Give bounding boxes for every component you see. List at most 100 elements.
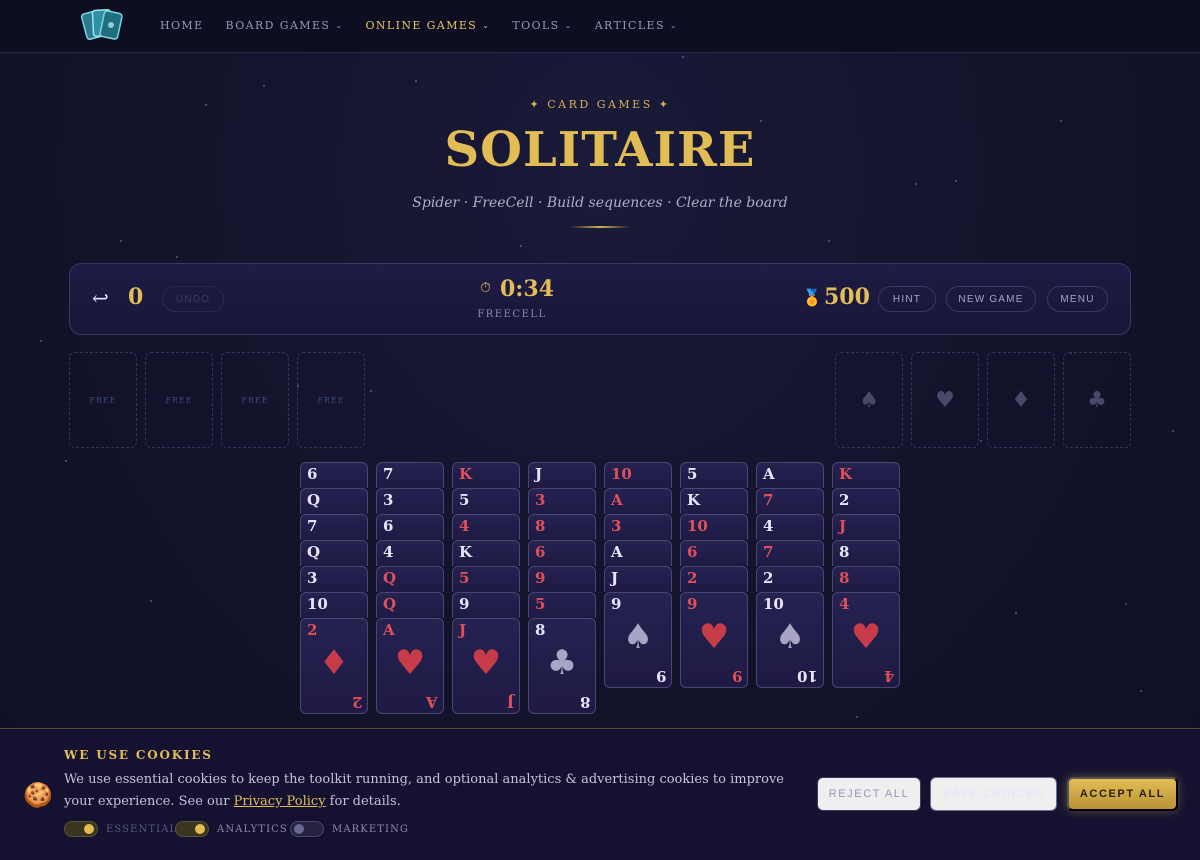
new-game-button[interactable]: NEW GAME (946, 286, 1036, 312)
free-cell[interactable]: FREE (297, 352, 365, 448)
playing-card[interactable]: J (528, 462, 596, 488)
nav-item-articles[interactable]: ARTICLES ⌄ (595, 19, 678, 32)
nav-item-online-games[interactable]: ONLINE GAMES ⌄ (365, 19, 490, 32)
playing-card[interactable]: 2 ♦ 2 (300, 618, 368, 714)
toggle-label: ANALYTICS (217, 823, 288, 835)
playing-card[interactable]: 2 (756, 566, 824, 592)
playing-card[interactable]: 3 (300, 566, 368, 592)
playing-card[interactable]: 2 (680, 566, 748, 592)
game-mode-label: FREECELL (477, 309, 547, 320)
card-rank: 6 (307, 465, 318, 483)
playing-card[interactable]: 3 (528, 488, 596, 514)
playing-card[interactable]: 8 (528, 514, 596, 540)
playing-card[interactable]: 7 (300, 514, 368, 540)
playing-card[interactable]: 6 (300, 462, 368, 488)
diamond-icon: ♦ (1011, 387, 1031, 413)
chevron-down-icon: ⌄ (669, 20, 678, 30)
playing-card[interactable]: Q (300, 540, 368, 566)
hero-subtitle: Spider · FreeCell · Build sequences · Cl… (412, 195, 788, 211)
playing-card[interactable]: 6 (376, 514, 444, 540)
playing-card[interactable]: 6 (528, 540, 596, 566)
playing-card[interactable]: A (604, 488, 672, 514)
playing-card[interactable]: 7 (376, 462, 444, 488)
playing-card[interactable]: 2 (832, 488, 900, 514)
foundation-slot[interactable]: ♠ (835, 352, 903, 448)
hint-button[interactable]: HINT (878, 286, 936, 312)
heart-icon: ♥ (935, 387, 955, 413)
toggle-switch[interactable] (64, 821, 98, 837)
playing-card[interactable]: 9 ♠ 9 (604, 592, 672, 688)
playing-card[interactable]: 9 (528, 566, 596, 592)
cookie-text-after: for details. (325, 794, 401, 809)
save-choices-button[interactable]: SAVE CHOICES (930, 777, 1057, 811)
cookie-toggle-marketing[interactable]: MARKETING (290, 821, 409, 837)
reject-all-button[interactable]: REJECT ALL (817, 777, 921, 811)
playing-card[interactable]: 9 (452, 592, 520, 618)
foundation-slot[interactable]: ♣ (1063, 352, 1131, 448)
nav-item-home[interactable]: HOME (160, 19, 204, 32)
playing-card[interactable]: 10 (604, 462, 672, 488)
playing-card[interactable]: 7 (756, 488, 824, 514)
nav-item-board-games[interactable]: BOARD GAMES ⌄ (226, 19, 344, 32)
foundation-slot[interactable]: ♥ (911, 352, 979, 448)
top-nav: HOME BOARD GAMES ⌄ ONLINE GAMES ⌄ TOOLS ⌄ ARTIC… (0, 0, 1200, 53)
cookie-toggle-essential[interactable]: ESSENTIAL (64, 821, 177, 837)
playing-card[interactable]: J (832, 514, 900, 540)
cookie-toggle-analytics[interactable]: ANALYTICS (175, 821, 288, 837)
free-cell[interactable]: FREE (69, 352, 137, 448)
playing-card[interactable]: 4 (376, 540, 444, 566)
playing-card[interactable]: 5 (528, 592, 596, 618)
card-rank: J (459, 621, 467, 639)
toggle-switch[interactable] (175, 821, 209, 837)
playing-card[interactable]: K (832, 462, 900, 488)
playing-card[interactable]: 8 (832, 566, 900, 592)
playing-card[interactable]: K (452, 540, 520, 566)
card-rank: 5 (535, 595, 546, 613)
card-rank: 9 (459, 595, 470, 613)
playing-card[interactable]: 4 ♥ 4 (832, 592, 900, 688)
card-rank: Q (307, 543, 321, 561)
playing-card[interactable]: 5 (680, 462, 748, 488)
card-rank: K (687, 491, 701, 509)
card-rank: 4 (763, 517, 774, 535)
playing-card[interactable]: J (604, 566, 672, 592)
playing-card[interactable]: 10 ♠ 10 (756, 592, 824, 688)
privacy-policy-link[interactable]: Privacy Policy (234, 794, 326, 809)
playing-card[interactable]: K (680, 488, 748, 514)
card-rank: 7 (763, 491, 774, 509)
playing-card[interactable]: 5 (452, 488, 520, 514)
diamond-icon: ♦ (318, 643, 350, 683)
playing-card[interactable]: 7 (756, 540, 824, 566)
playing-card[interactable]: 4 (452, 514, 520, 540)
playing-card[interactable]: K (452, 462, 520, 488)
playing-card[interactable]: 3 (604, 514, 672, 540)
toggle-switch[interactable] (290, 821, 324, 837)
playing-card[interactable]: A (604, 540, 672, 566)
playing-card[interactable]: 9 ♥ 9 (680, 592, 748, 688)
playing-card[interactable]: 3 (376, 488, 444, 514)
nav-menu: HOME BOARD GAMES ⌄ ONLINE GAMES ⌄ TOOLS ⌄ ARTIC… (160, 0, 700, 50)
undo-button[interactable]: UNDO (162, 286, 224, 312)
playing-card[interactable]: 8 (832, 540, 900, 566)
playing-card[interactable]: A ♥ A (376, 618, 444, 714)
free-cell[interactable]: FREE (145, 352, 213, 448)
playing-card[interactable]: 10 (300, 592, 368, 618)
accept-all-button[interactable]: ACCEPT ALL (1067, 777, 1178, 811)
free-cell[interactable]: FREE (221, 352, 289, 448)
foundation-slot[interactable]: ♦ (987, 352, 1055, 448)
playing-card[interactable]: 10 (680, 514, 748, 540)
cards-logo-icon[interactable] (80, 6, 126, 44)
menu-button[interactable]: MENU (1047, 286, 1108, 312)
playing-card[interactable]: Q (300, 488, 368, 514)
playing-card[interactable]: 8 ♣ 8 (528, 618, 596, 714)
nav-item-tools[interactable]: TOOLS ⌄ (512, 19, 572, 32)
playing-card[interactable]: 5 (452, 566, 520, 592)
playing-card[interactable]: Q (376, 592, 444, 618)
playing-card[interactable]: J ♥ J (452, 618, 520, 714)
playing-card[interactable]: 4 (756, 514, 824, 540)
playing-card[interactable]: A (756, 462, 824, 488)
playing-card[interactable]: Q (376, 566, 444, 592)
playing-card[interactable]: 6 (680, 540, 748, 566)
card-rank: 9 (611, 595, 622, 613)
card-rank: 4 (839, 595, 850, 613)
